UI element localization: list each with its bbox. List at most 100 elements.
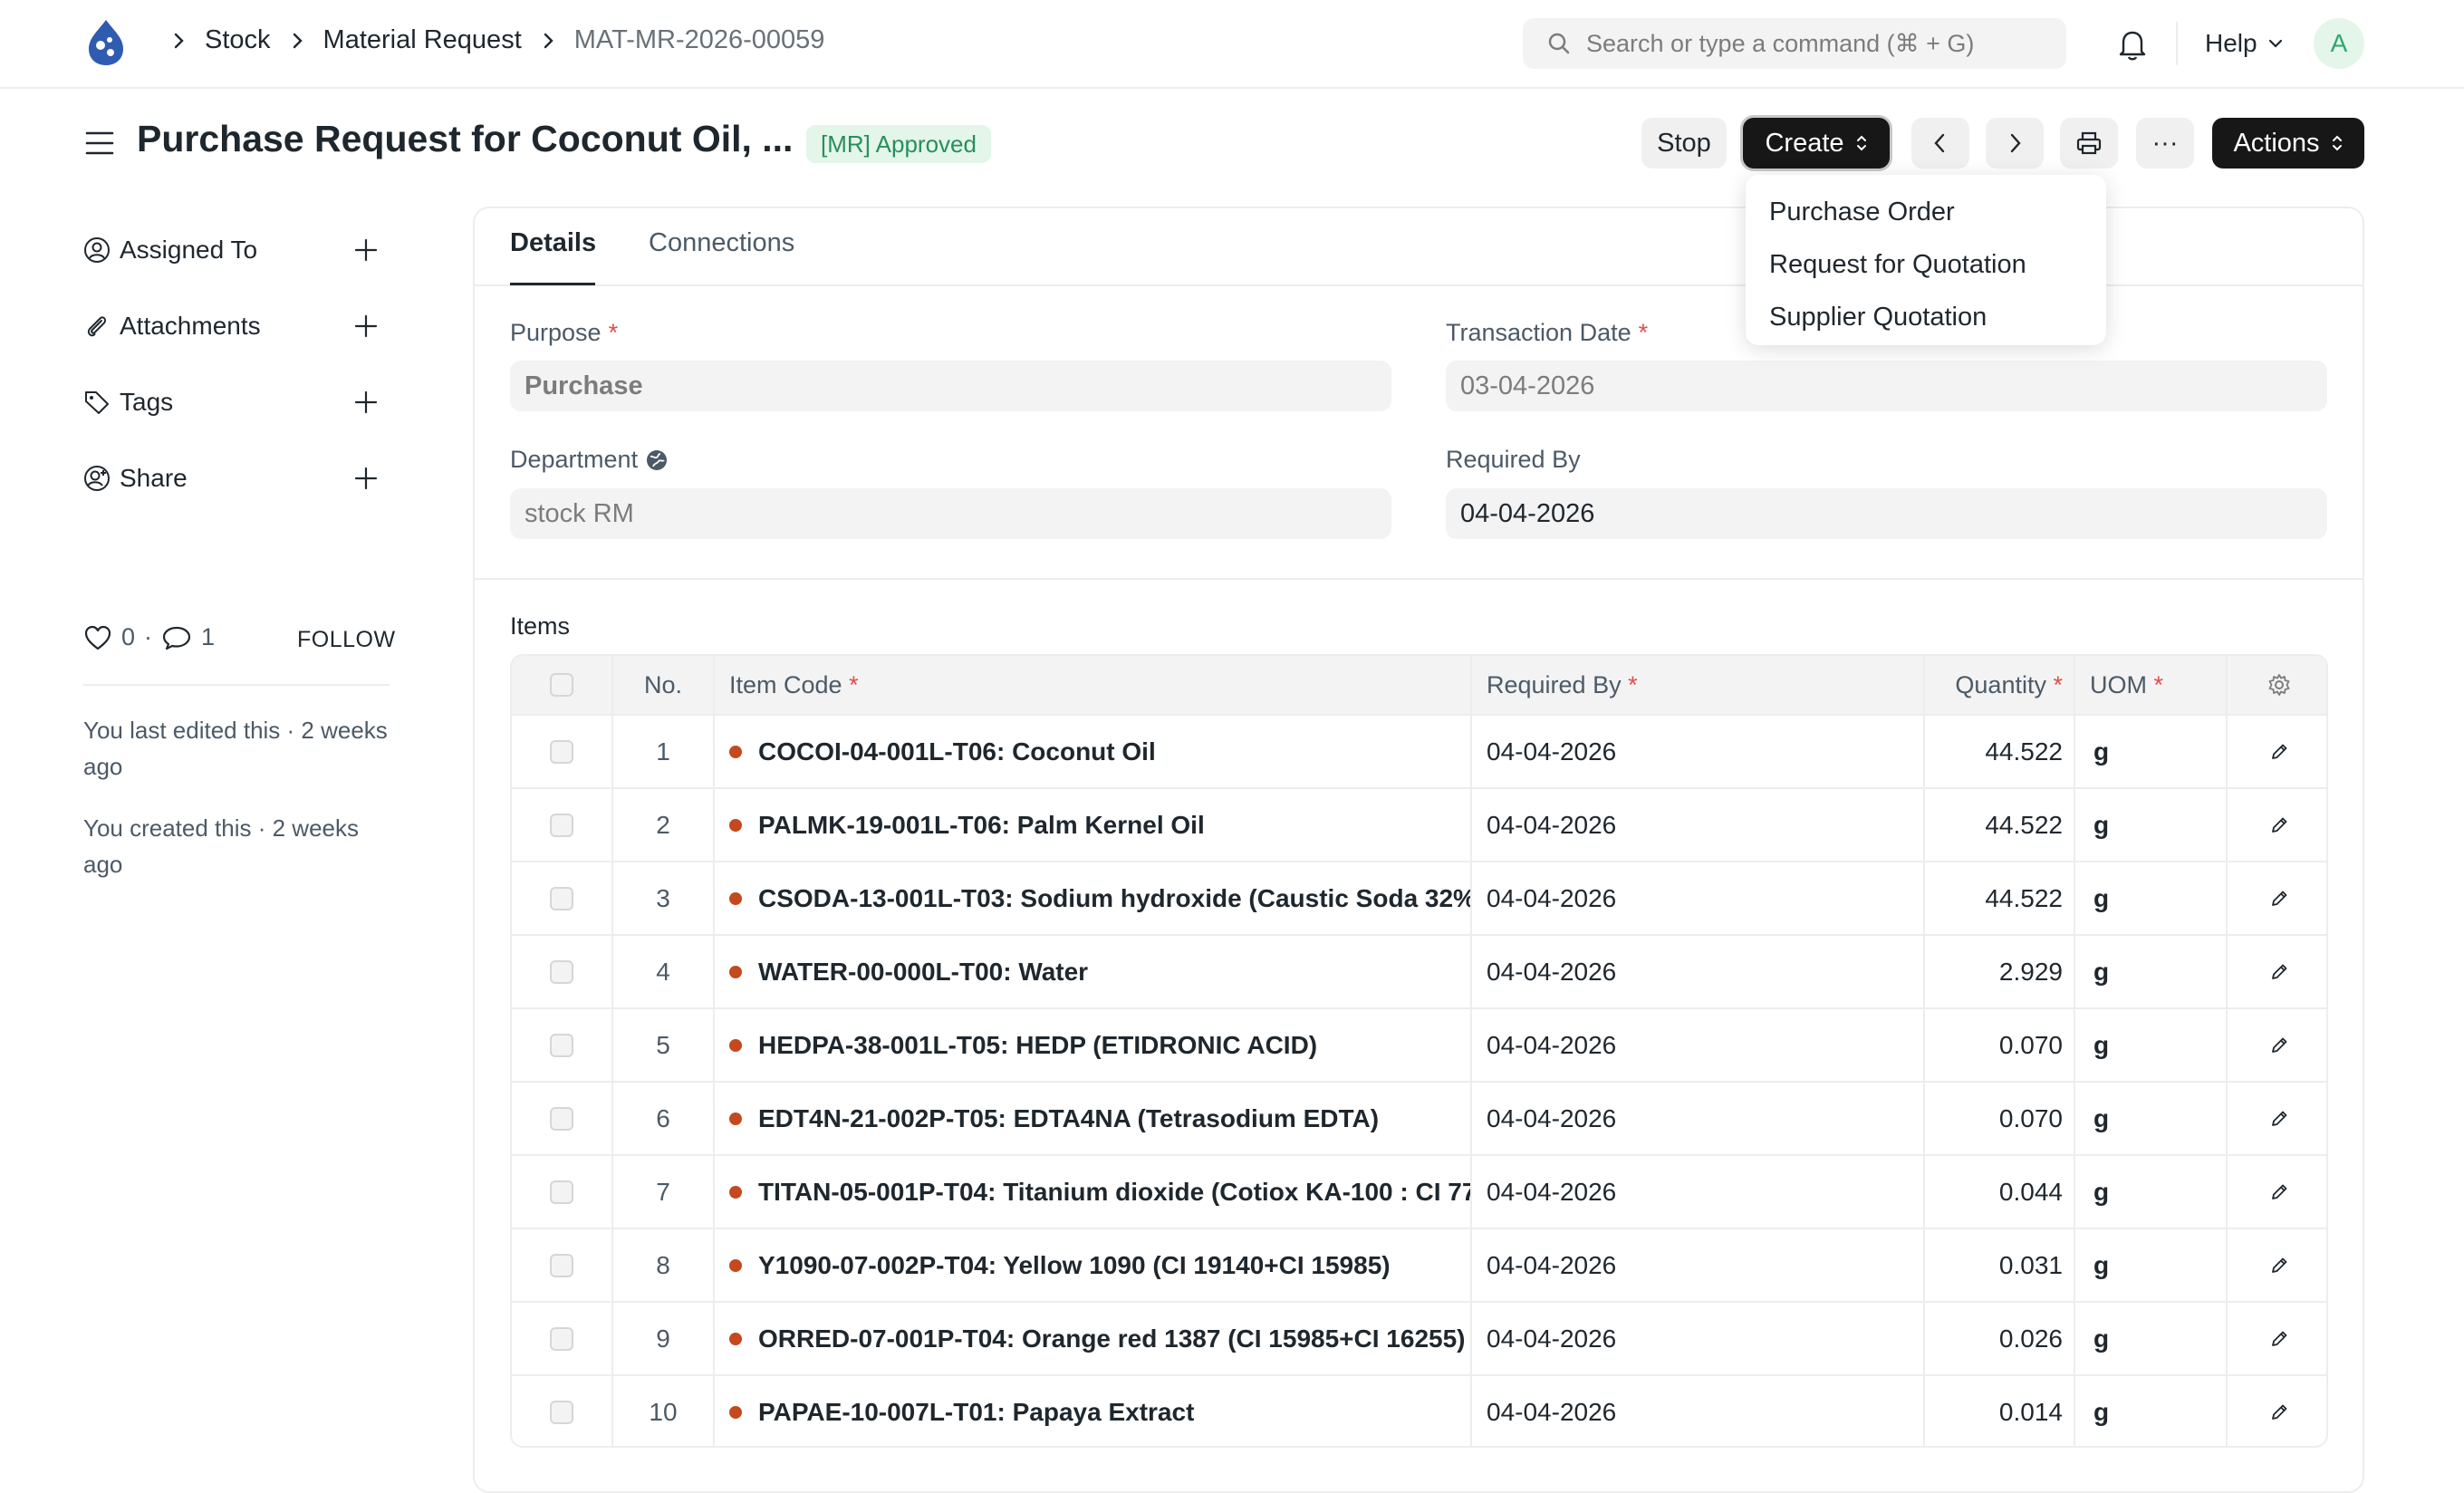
required-by-cell[interactable]: 04-04-2026 [1472, 1009, 1925, 1081]
table-row[interactable]: 2 PALMK-19-001L-T06: Palm Kernel Oil 04-04… [512, 789, 2326, 862]
app-logo-icon[interactable] [80, 16, 132, 69]
sidebar-item-attachments[interactable]: Attachments [83, 312, 261, 341]
sidebar-toggle-icon[interactable] [85, 130, 114, 161]
row-checkbox[interactable] [550, 959, 573, 984]
quantity-cell[interactable]: 0.014 [1925, 1376, 2075, 1446]
tab-connections[interactable]: Connections [649, 228, 794, 258]
add-assignment-plus-icon[interactable] [353, 237, 379, 263]
item-code-cell[interactable]: PALMK-19-001L-T06: Palm Kernel Oil [715, 789, 1472, 861]
row-select-cell[interactable] [512, 1009, 613, 1081]
notification-bell-icon[interactable] [2116, 27, 2149, 66]
row-select-cell[interactable] [512, 1376, 613, 1446]
menu-item-request-for-quotation[interactable]: Request for Quotation [1746, 238, 2106, 291]
quantity-cell[interactable]: 0.044 [1925, 1156, 2075, 1228]
item-code-cell[interactable]: EDT4N-21-002P-T05: EDTA4NA (Tetrasodium … [715, 1083, 1472, 1154]
select-all-checkbox[interactable] [550, 673, 573, 697]
transaction-date-field[interactable]: 03-04-2026 [1446, 361, 2327, 411]
table-row[interactable]: 1 COCOI-04-001L-T06: Coconut Oil 04-04-202… [512, 716, 2326, 789]
row-select-cell[interactable] [512, 862, 613, 934]
table-row[interactable]: 6 EDT4N-21-002P-T05: EDTA4NA (Tetrasodium… [512, 1083, 2326, 1156]
item-code-cell[interactable]: WATER-00-000L-T00: Water [715, 936, 1472, 1007]
quantity-cell[interactable]: 44.522 [1925, 789, 2075, 861]
required-by-cell[interactable]: 04-04-2026 [1472, 716, 1925, 787]
next-doc-button[interactable] [1986, 118, 2044, 169]
breadcrumb-stock[interactable]: Stock [205, 25, 271, 55]
heart-icon[interactable] [83, 624, 112, 651]
menu-item-supplier-quotation[interactable]: Supplier Quotation [1746, 291, 2106, 343]
uom-cell[interactable]: g [2075, 1156, 2228, 1228]
row-checkbox[interactable] [550, 1180, 573, 1204]
quantity-cell[interactable]: 2.929 [1925, 936, 2075, 1007]
quantity-cell[interactable]: 44.522 [1925, 716, 2075, 787]
required-by-cell[interactable]: 04-04-2026 [1472, 862, 1925, 934]
stop-button[interactable]: Stop [1641, 118, 1727, 169]
required-by-cell[interactable]: 04-04-2026 [1472, 1156, 1925, 1228]
row-edit-button[interactable] [2228, 1156, 2326, 1228]
uom-cell[interactable]: g [2075, 862, 2228, 934]
required-by-cell[interactable]: 04-04-2026 [1472, 1083, 1925, 1154]
table-row[interactable]: 9 ORRED-07-001P-T04: Orange red 1387 (CI … [512, 1303, 2326, 1376]
uom-cell[interactable]: g [2075, 716, 2228, 787]
row-checkbox[interactable] [550, 1033, 573, 1057]
item-code-cell[interactable]: TITAN-05-001P-T04: Titanium dioxide (Cot… [715, 1156, 1472, 1228]
item-code-cell[interactable]: HEDPA-38-001L-T05: HEDP (ETIDRONIC ACID) [715, 1009, 1472, 1081]
sidebar-item-share[interactable]: Share [83, 464, 188, 493]
uom-cell[interactable]: g [2075, 789, 2228, 861]
add-tag-plus-icon[interactable] [353, 390, 379, 415]
sidebar-item-assigned-to[interactable]: Assigned To [83, 236, 257, 265]
row-edit-button[interactable] [2228, 936, 2326, 1007]
required-by-cell[interactable]: 04-04-2026 [1472, 1303, 1925, 1374]
required-by-cell[interactable]: 04-04-2026 [1472, 1376, 1925, 1446]
item-code-cell[interactable]: CSODA-13-001L-T03: Sodium hydroxide (Cau… [715, 862, 1472, 934]
row-edit-button[interactable] [2228, 862, 2326, 934]
row-checkbox[interactable] [550, 1106, 573, 1131]
row-edit-button[interactable] [2228, 789, 2326, 861]
row-select-cell[interactable] [512, 1083, 613, 1154]
uom-cell[interactable]: g [2075, 1009, 2228, 1081]
uom-cell[interactable]: g [2075, 1376, 2228, 1446]
row-edit-button[interactable] [2228, 1009, 2326, 1081]
required-by-cell[interactable]: 04-04-2026 [1472, 1229, 1925, 1301]
row-select-cell[interactable] [512, 936, 613, 1007]
row-select-cell[interactable] [512, 1229, 613, 1301]
item-code-cell[interactable]: COCOI-04-001L-T06: Coconut Oil [715, 716, 1472, 787]
table-row[interactable]: 5 HEDPA-38-001L-T05: HEDP (ETIDRONIC ACID… [512, 1009, 2326, 1083]
quantity-cell[interactable]: 0.070 [1925, 1009, 2075, 1081]
quantity-cell[interactable]: 0.070 [1925, 1083, 2075, 1154]
row-checkbox[interactable] [550, 886, 573, 910]
column-settings-button[interactable] [2228, 656, 2326, 714]
menu-item-purchase-order[interactable]: Purchase Order [1746, 186, 2106, 238]
table-row[interactable]: 10 PAPAE-10-007L-T01: Papaya Extract 04-04… [512, 1376, 2326, 1446]
purpose-field[interactable]: Purchase [510, 361, 1391, 411]
row-edit-button[interactable] [2228, 1376, 2326, 1446]
required-by-cell[interactable]: 04-04-2026 [1472, 789, 1925, 861]
table-row[interactable]: 3 CSODA-13-001L-T03: Sodium hydroxide (Ca… [512, 862, 2326, 936]
uom-cell[interactable]: g [2075, 1083, 2228, 1154]
required-by-field[interactable]: 04-04-2026 [1446, 488, 2327, 539]
follow-button[interactable]: FOLLOW [297, 627, 396, 653]
row-edit-button[interactable] [2228, 1083, 2326, 1154]
row-edit-button[interactable] [2228, 1229, 2326, 1301]
help-dropdown[interactable]: Help [2205, 29, 2285, 58]
quantity-cell[interactable]: 0.026 [1925, 1303, 2075, 1374]
row-checkbox[interactable] [550, 739, 573, 764]
breadcrumb-material-request[interactable]: Material Request [323, 25, 522, 55]
comment-icon[interactable] [161, 624, 192, 651]
row-checkbox[interactable] [550, 813, 573, 837]
row-select-cell[interactable] [512, 1156, 613, 1228]
actions-button[interactable]: Actions [2212, 118, 2364, 169]
add-attachment-plus-icon[interactable] [353, 313, 379, 339]
add-share-plus-icon[interactable] [353, 466, 379, 491]
uom-cell[interactable]: g [2075, 1229, 2228, 1301]
table-row[interactable]: 8 Y1090-07-002P-T04: Yellow 1090 (CI 1914… [512, 1229, 2326, 1303]
table-row[interactable]: 4 WATER-00-000L-T00: Water 04-04-2026 2.929… [512, 936, 2326, 1009]
row-select-cell[interactable] [512, 789, 613, 861]
row-checkbox[interactable] [550, 1253, 573, 1277]
previous-doc-button[interactable] [1911, 118, 1969, 169]
item-code-cell[interactable]: PAPAE-10-007L-T01: Papaya Extract [715, 1376, 1472, 1446]
row-edit-button[interactable] [2228, 1303, 2326, 1374]
uom-cell[interactable]: g [2075, 936, 2228, 1007]
row-edit-button[interactable] [2228, 716, 2326, 787]
avatar[interactable]: A [2314, 18, 2364, 69]
create-button[interactable]: Create [1743, 118, 1890, 169]
